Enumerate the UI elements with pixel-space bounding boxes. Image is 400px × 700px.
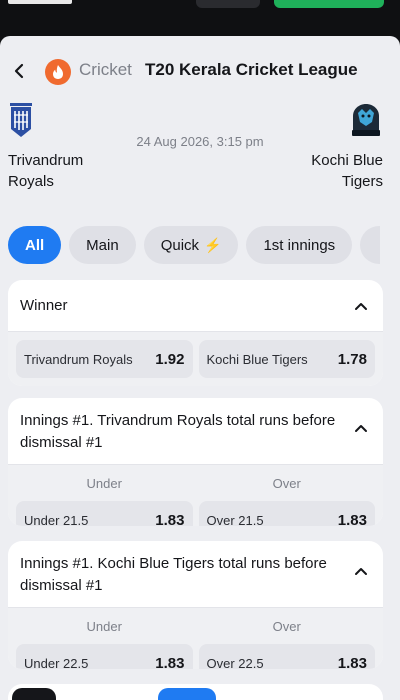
market-card-innings1-away: Innings #1. Kochi Blue Tigers total runs… <box>8 541 383 669</box>
market-outcomes: Under Over Under 22.5 1.83 Over 22.5 1.8… <box>8 608 383 669</box>
market-title: Innings #1. Trivandrum Royals total runs… <box>20 412 336 451</box>
tab-main[interactable]: Main <box>69 226 136 264</box>
tab-1st-innings[interactable]: 1st innings <box>246 226 353 264</box>
login-button[interactable] <box>196 0 260 8</box>
odds-button[interactable]: Over 21.5 1.83 <box>198 501 375 527</box>
tab-more-partial[interactable] <box>360 226 381 264</box>
chevron-up-icon[interactable] <box>353 563 369 579</box>
odds-button[interactable]: Under 21.5 1.83 <box>16 501 193 526</box>
cricket-sport-icon <box>45 59 71 85</box>
brand-logo[interactable] <box>8 0 72 4</box>
trivandrum-royals-crest-icon <box>10 103 32 137</box>
odds-button[interactable]: Over 22.5 1.83 <box>198 644 375 670</box>
event-header: Cricket T20 Kerala Cricket League <box>0 54 400 88</box>
column-header-under: Under <box>86 619 122 634</box>
flame-icon <box>53 65 63 79</box>
kochi-blue-tigers-crest-icon <box>352 104 380 136</box>
odds-value: 1.83 <box>337 511 367 527</box>
market-header[interactable]: Innings #1. Kochi Blue Tigers total runs… <box>8 541 383 608</box>
column-header-under: Under <box>86 476 122 491</box>
top-navigation-bar <box>0 0 400 36</box>
next-card-peek <box>8 684 383 700</box>
market-title: Innings #1. Kochi Blue Tigers total runs… <box>20 555 327 594</box>
lightning-bolt-icon: ⚡ <box>204 236 222 253</box>
column-header-over: Over <box>272 619 301 634</box>
odds-value: 1.83 <box>155 511 185 527</box>
column-header-over: Over <box>272 476 301 491</box>
market-tabs: All Main Quick ⚡ 1st innings <box>8 226 381 264</box>
outcome-label: Under 21.5 <box>24 512 89 527</box>
partial-icon <box>12 688 56 700</box>
outcome-label: Under 22.5 <box>24 655 89 670</box>
market-title: Winner <box>20 297 68 314</box>
chevron-left-icon <box>14 63 24 79</box>
market-outcomes: Under Over Under 21.5 1.83 Over 21.5 1.8… <box>8 465 383 526</box>
odds-button[interactable]: Under 22.5 1.83 <box>16 644 193 669</box>
market-outcomes: Trivandrum Royals 1.92 Kochi Blue Tigers… <box>8 332 383 386</box>
league-title[interactable]: T20 Kerala Cricket League <box>145 60 358 80</box>
odds-button[interactable]: Trivandrum Royals 1.92 <box>16 340 193 378</box>
market-card-innings1-home: Innings #1. Trivandrum Royals total runs… <box>8 398 383 526</box>
event-screen: Cricket T20 Kerala Cricket League Trivan… <box>0 36 400 700</box>
sport-name[interactable]: Cricket <box>79 60 132 80</box>
odds-button[interactable]: Kochi Blue Tigers 1.78 <box>198 340 375 378</box>
odds-value: 1.92 <box>155 350 185 368</box>
back-button[interactable] <box>8 58 30 84</box>
outcome-label: Over 21.5 <box>206 512 264 527</box>
odds-value: 1.78 <box>337 350 367 368</box>
away-team-name: Kochi Blue Tigers <box>311 152 383 190</box>
tab-quick-label: Quick <box>160 236 200 254</box>
odds-value: 1.83 <box>337 654 367 670</box>
outcome-label: Trivandrum Royals <box>24 351 133 367</box>
market-card-winner: Winner Trivandrum Royals 1.92 Kochi Blue… <box>8 280 383 386</box>
market-header[interactable]: Innings #1. Trivandrum Royals total runs… <box>8 398 383 465</box>
chevron-up-icon[interactable] <box>353 298 369 314</box>
signup-button[interactable] <box>274 0 384 8</box>
tab-quick[interactable]: Quick ⚡ <box>143 226 239 264</box>
away-team: Kochi Blue Tigers <box>293 102 383 192</box>
home-team-name: Trivandrum Royals <box>8 152 84 190</box>
chevron-up-icon[interactable] <box>353 420 369 436</box>
odds-value: 1.83 <box>155 654 185 670</box>
market-header[interactable]: Winner <box>8 280 383 332</box>
partial-button[interactable] <box>158 688 216 700</box>
outcome-label: Over 22.5 <box>206 655 264 670</box>
tab-all[interactable]: All <box>8 226 62 264</box>
outcome-label: Kochi Blue Tigers <box>206 351 308 367</box>
